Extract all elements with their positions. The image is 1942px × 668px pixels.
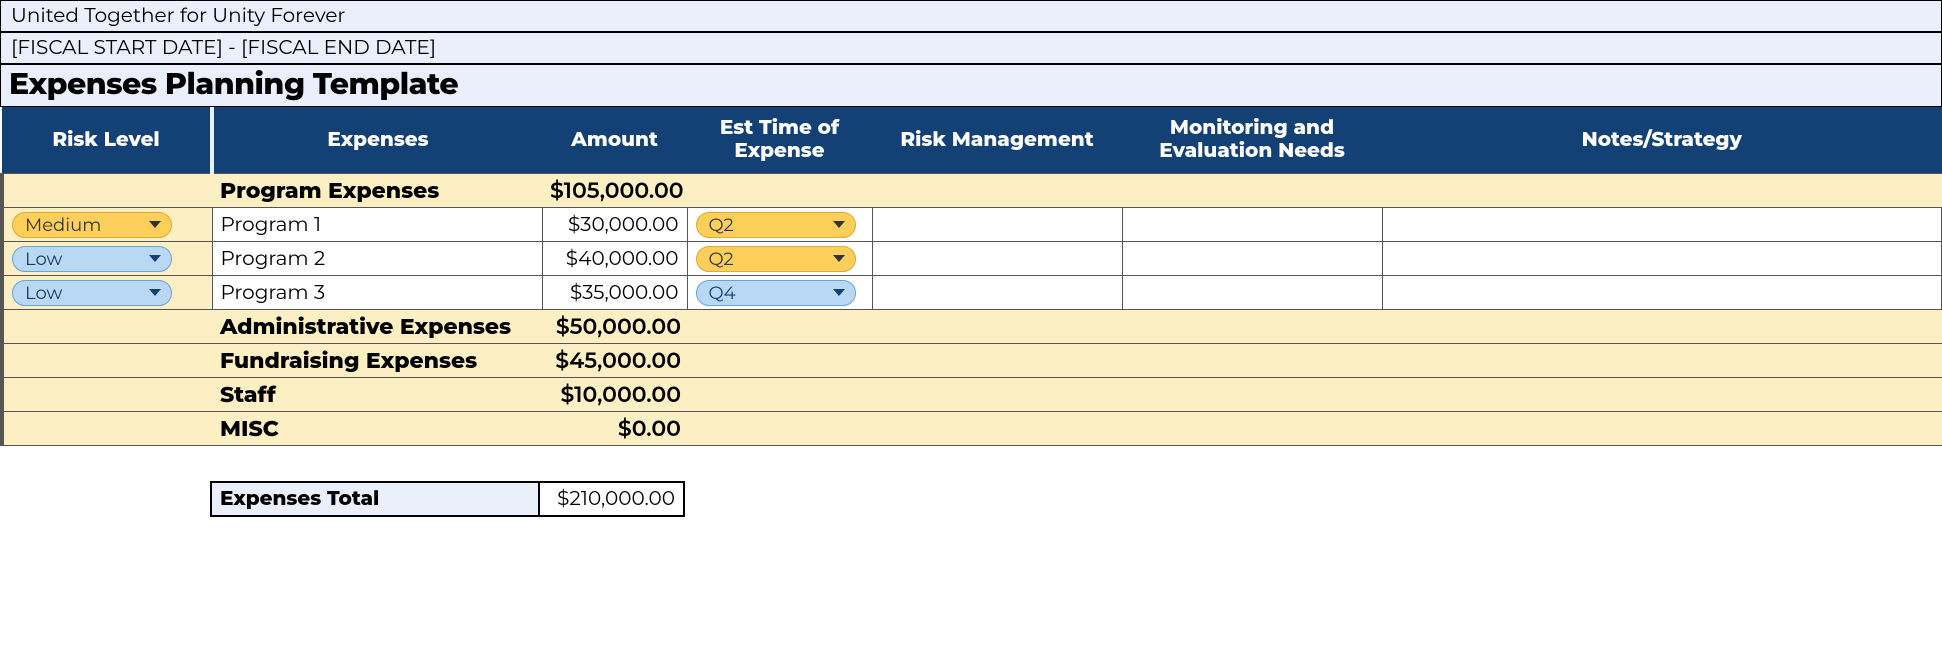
time-dropdown-label: Q2 (709, 214, 734, 236)
org-name: United Together for Unity Forever (0, 0, 1942, 32)
category-row: Fundraising Expenses$45,000.00 (2, 344, 1942, 378)
col-monitoring: Monitoring and Evaluation Needs (1122, 107, 1382, 174)
table-row: Low Program 2$40,000.00 Q2 (2, 242, 1942, 276)
time-dropdown[interactable]: Q2 (696, 246, 856, 272)
expenses-total-label: Expenses Total (210, 481, 540, 517)
risk-dropdown[interactable]: Medium (12, 212, 172, 238)
time-cell[interactable]: Q2 (687, 208, 872, 242)
expense-name[interactable]: Program 2 (212, 242, 542, 276)
col-notes: Notes/Strategy (1382, 107, 1942, 174)
risk-mgmt-cell[interactable] (872, 242, 1122, 276)
category-row: Administrative Expenses$50,000.00 (2, 310, 1942, 344)
risk-dropdown-label: Medium (25, 214, 101, 236)
category-row: Program Expenses$105,000.00 (2, 174, 1942, 208)
expense-amount[interactable]: $40,000.00 (542, 242, 687, 276)
risk-mgmt-cell[interactable] (872, 276, 1122, 310)
category-risk-cell (2, 310, 212, 344)
category-amount: $0.00 (542, 412, 687, 446)
time-dropdown[interactable]: Q4 (696, 280, 856, 306)
col-amount: Amount (542, 107, 687, 174)
category-amount: $50,000.00 (542, 310, 687, 344)
category-amount: $10,000.00 (542, 378, 687, 412)
expense-amount[interactable]: $35,000.00 (542, 276, 687, 310)
page-title: Expenses Planning Template (0, 64, 1942, 107)
col-risk-mgmt: Risk Management (872, 107, 1122, 174)
chevron-down-icon (149, 289, 161, 296)
monitoring-cell[interactable] (1122, 242, 1382, 276)
table-row: Medium Program 1$30,000.00 Q2 (2, 208, 1942, 242)
chevron-down-icon (833, 289, 845, 296)
risk-dropdown[interactable]: Low (12, 280, 172, 306)
expense-name[interactable]: Program 1 (212, 208, 542, 242)
notes-cell[interactable] (1382, 276, 1942, 310)
category-label: Administrative Expenses (212, 310, 542, 344)
category-risk-cell (2, 412, 212, 446)
category-label: Program Expenses (212, 174, 542, 208)
category-label: Staff (212, 378, 542, 412)
category-risk-cell (2, 344, 212, 378)
expense-amount[interactable]: $30,000.00 (542, 208, 687, 242)
table-row: Low Program 3$35,000.00 Q4 (2, 276, 1942, 310)
col-est-time: Est Time of Expense (687, 107, 872, 174)
time-cell[interactable]: Q2 (687, 242, 872, 276)
time-cell[interactable]: Q4 (687, 276, 872, 310)
risk-dropdown-label: Low (25, 248, 62, 270)
chevron-down-icon (149, 255, 161, 262)
category-amount: $45,000.00 (542, 344, 687, 378)
risk-dropdown-label: Low (25, 282, 62, 304)
risk-dropdown[interactable]: Low (12, 246, 172, 272)
expenses-table: Risk Level Expenses Amount Est Time of E… (0, 107, 1942, 446)
notes-cell[interactable] (1382, 208, 1942, 242)
category-label: Fundraising Expenses (212, 344, 542, 378)
risk-mgmt-cell[interactable] (872, 208, 1122, 242)
expense-name[interactable]: Program 3 (212, 276, 542, 310)
category-risk-cell (2, 174, 212, 208)
time-dropdown-label: Q2 (709, 248, 734, 270)
category-amount: $105,000.00 (542, 174, 687, 208)
category-label: MISC (212, 412, 542, 446)
monitoring-cell[interactable] (1122, 276, 1382, 310)
category-row: MISC$0.00 (2, 412, 1942, 446)
risk-cell[interactable]: Medium (2, 208, 212, 242)
expenses-total-amount: $210,000.00 (540, 481, 685, 517)
chevron-down-icon (149, 221, 161, 228)
monitoring-cell[interactable] (1122, 208, 1382, 242)
category-row: Staff$10,000.00 (2, 378, 1942, 412)
risk-cell[interactable]: Low (2, 276, 212, 310)
time-dropdown-label: Q4 (709, 282, 736, 304)
risk-cell[interactable]: Low (2, 242, 212, 276)
notes-cell[interactable] (1382, 242, 1942, 276)
category-risk-cell (2, 378, 212, 412)
time-dropdown[interactable]: Q2 (696, 212, 856, 238)
chevron-down-icon (833, 255, 845, 262)
chevron-down-icon (833, 221, 845, 228)
fiscal-range: [FISCAL START DATE] - [FISCAL END DATE] (0, 32, 1942, 64)
col-expenses: Expenses (212, 107, 542, 174)
col-risk-level: Risk Level (2, 107, 212, 174)
